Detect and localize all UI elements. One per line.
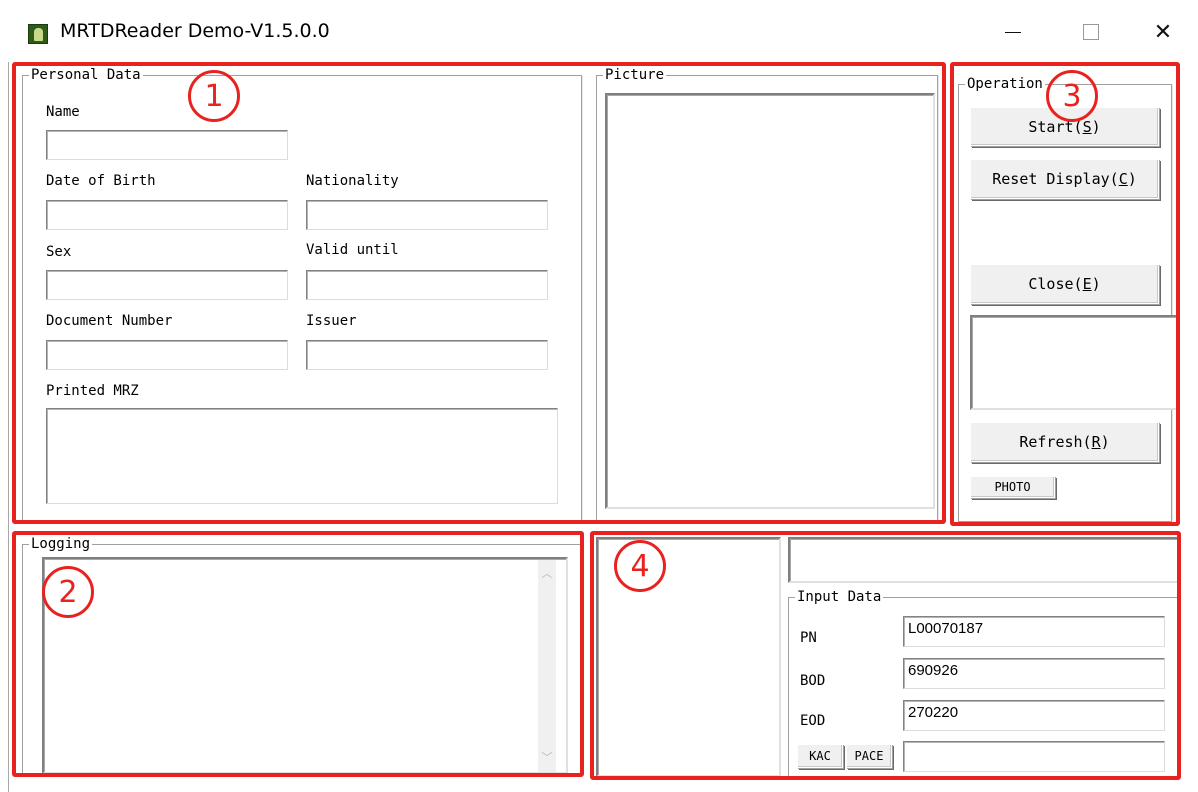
annotation-box-4 — [590, 531, 1181, 780]
annotation-marker-1: 1 — [188, 70, 240, 122]
annotation-marker-4: 4 — [614, 540, 666, 592]
title-bar: MRTDReader Demo-V1.5.0.0 ✕ — [0, 0, 1198, 62]
annotation-marker-2: 2 — [42, 566, 94, 618]
annotation-box-2 — [12, 531, 584, 777]
close-window-button[interactable]: ✕ — [1140, 12, 1186, 52]
annotation-box-1 — [12, 62, 946, 524]
maximize-button[interactable] — [1068, 12, 1114, 52]
window-title: MRTDReader Demo-V1.5.0.0 — [60, 20, 330, 42]
annotation-box-3 — [950, 62, 1180, 526]
annotation-marker-3: 3 — [1046, 70, 1098, 122]
app-icon — [28, 24, 48, 44]
minimize-button[interactable] — [990, 12, 1036, 52]
